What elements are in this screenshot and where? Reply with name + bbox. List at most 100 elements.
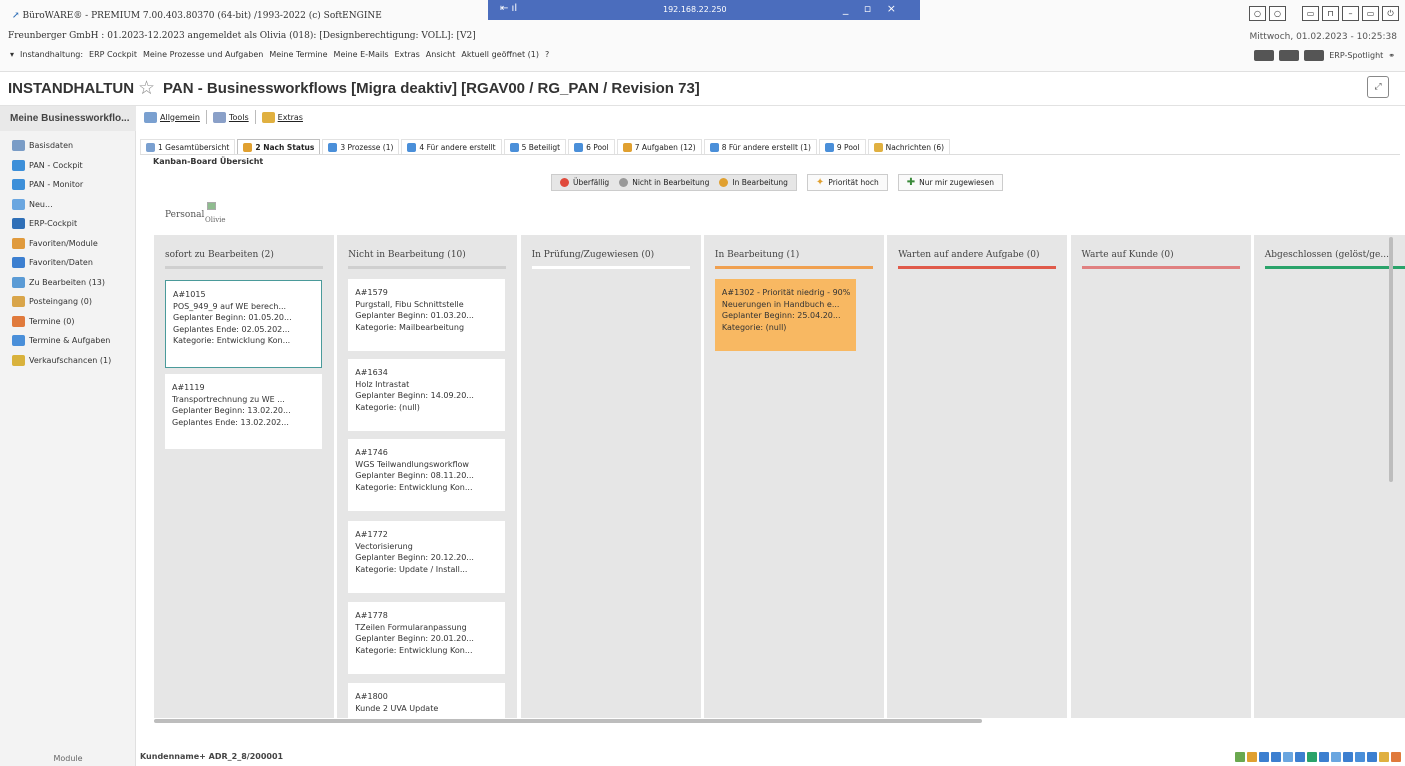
kanban-card[interactable]: A#1302 - Priorität niedrig - 90% Neuerung… — [714, 279, 856, 351]
tab-6[interactable]: 6 Pool — [568, 139, 615, 154]
tab-icon — [622, 142, 632, 152]
menu-item-ansicht[interactable]: Ansicht — [426, 50, 456, 59]
toggle-icon[interactable]: ○ — [1249, 6, 1266, 21]
kanban-card[interactable]: A#1746 WGS Teilwandlungsworkflow Geplanter… — [348, 439, 506, 511]
menu-item-instandhaltung[interactable]: Instandhaltung: — [20, 50, 83, 59]
sidebar-item[interactable]: Favoriten/Daten — [12, 253, 111, 273]
toolbar-shortcut-icon[interactable] — [1235, 752, 1245, 762]
kanban-card[interactable]: A#1579 Purgstall, Fibu Schnittstelle Gepla… — [348, 279, 506, 351]
tab-7[interactable]: 7 Aufgaben (12) — [616, 139, 702, 154]
sidebar-item[interactable]: PAN - Monitor — [12, 175, 111, 195]
menu-item-prozesse[interactable]: Meine Prozesse und Aufgaben — [143, 50, 263, 59]
priority-filter[interactable]: ✦ Priorität hoch — [806, 174, 888, 191]
tab-8[interactable]: 8 Für andere erstellt (1) — [703, 139, 817, 154]
toolbar-shortcut-icon[interactable] — [1271, 752, 1281, 762]
sidebar-item[interactable]: ERP-Cockpit — [12, 214, 111, 234]
menu-item-help[interactable]: ? — [545, 50, 549, 59]
power-icon[interactable]: ⏻ — [1382, 6, 1399, 21]
toolbar-shortcut-icon[interactable] — [1391, 752, 1401, 762]
tab-5[interactable]: 5 Beteiligt — [503, 139, 567, 154]
toolbar-shortcut-icon[interactable] — [1307, 752, 1317, 762]
status-filter[interactable]: In Bearbeitung — [719, 178, 788, 187]
kanban-column: Warte auf Kunde (0) — [1070, 235, 1251, 718]
kanban-card[interactable]: A#1800 Kunde 2 UVA Update — [348, 683, 506, 723]
menu-item-emails[interactable]: Meine E-Mails — [334, 50, 389, 59]
sidebar-item[interactable]: Favoriten/Module — [12, 234, 111, 254]
toolbar-shortcut-icon[interactable] — [1331, 752, 1341, 762]
main-menu: ▾ Instandhaltung: ERP Cockpit Meine Proz… — [10, 50, 549, 59]
card-line: Kategorie: Update / Install... — [355, 564, 468, 574]
sidebar-item[interactable]: Neu... — [12, 195, 111, 215]
spotlight-label[interactable]: ERP-Spotlight — [1329, 51, 1383, 60]
sidebar-item[interactable]: Termine & Aufgaben — [12, 331, 111, 351]
menu-item-erp-cockpit[interactable]: ERP Cockpit — [89, 50, 137, 59]
sidebar-item[interactable]: Verkaufschancen (1) — [12, 351, 111, 371]
vertical-scrollbar[interactable] — [1389, 237, 1393, 482]
assigned-filter[interactable]: ✚ Nur mir zugewiesen — [897, 174, 1003, 191]
tab-icon — [824, 142, 834, 152]
favorite-star-icon[interactable]: ☆ — [138, 77, 155, 99]
status-filter-label: In Bearbeitung — [732, 178, 788, 187]
tab-9[interactable]: 9 Pool — [818, 139, 866, 154]
avatar[interactable]: Olivie — [205, 202, 233, 228]
kanban-card[interactable]: A#1778 TZeilen Formularanpassung Geplanter… — [348, 602, 506, 674]
window-icon[interactable]: ▭ — [1302, 6, 1319, 21]
toolbar-shortcut-icon[interactable] — [1247, 752, 1257, 762]
kanban-column: In Bearbeitung (1) A#1302 - Priorität nie… — [703, 235, 884, 718]
toolbar-shortcut-icon[interactable] — [1355, 752, 1365, 762]
remote-desktop-bar: ⇤ ıl 192.168.22.250 _ ▫ × — [488, 0, 920, 20]
minimize-icon[interactable]: – — [1342, 6, 1359, 21]
tab-4[interactable]: 4 Für andere erstellt — [401, 139, 502, 154]
tab-2[interactable]: 2 Nach Status — [237, 139, 321, 154]
tab-10[interactable]: Nachrichten (6) — [867, 139, 951, 154]
toolbar-button-tools[interactable]: Tools — [212, 111, 249, 123]
expand-icon[interactable]: ⤢ — [1367, 76, 1389, 98]
kanban-card[interactable]: A#1772 Vectorisierung Geplanter Beginn: 20… — [348, 521, 506, 593]
toolbar-shortcut-icon[interactable] — [1295, 752, 1305, 762]
sidebar-footer-module[interactable]: Module — [0, 754, 136, 763]
toolbar-shortcut-icon[interactable] — [1319, 752, 1329, 762]
datetime: Mittwoch, 01.02.2023 - 10:25:38 — [1249, 32, 1398, 42]
lock-icon[interactable]: ⊓ — [1322, 6, 1339, 21]
kanban-card[interactable]: A#1634 Holz Intrastat Geplanter Beginn: 14… — [348, 359, 506, 431]
sidebar-item[interactable]: Termine (0) — [12, 312, 111, 332]
toolbar-shortcut-icon[interactable] — [1283, 752, 1293, 762]
toggle-icon[interactable]: ○ — [1269, 6, 1286, 21]
sidebar-item[interactable]: Zu Bearbeiten (13) — [12, 273, 111, 293]
sidebar-item-icon — [12, 276, 25, 288]
menu-dropdown-icon[interactable]: ▾ — [10, 50, 14, 59]
tab-label: 5 Beteiligt — [521, 142, 561, 152]
kanban-card[interactable]: A#1119 Transportrechnung zu WE ... Geplant… — [165, 374, 322, 449]
spotlight-area: ERP-Spotlight ⚭ — [1254, 50, 1395, 61]
sidebar-item[interactable]: PAN - Cockpit — [12, 156, 111, 176]
status-chip-icon[interactable] — [1304, 50, 1325, 61]
sidebar-item[interactable]: Posteingang (0) — [12, 292, 111, 312]
toolbar-shortcut-icon[interactable] — [1367, 752, 1377, 762]
status-filter[interactable]: Nicht in Bearbeitung — [619, 178, 709, 187]
toolbar-button-extras[interactable]: Extras — [261, 111, 303, 123]
status-dot-icon — [719, 178, 729, 187]
menu-item-extras[interactable]: Extras — [395, 50, 420, 59]
toolbar-button-allgemein[interactable]: Allgemein — [144, 111, 200, 123]
horizontal-scrollbar[interactable] — [154, 719, 982, 723]
remote-window-controls[interactable]: _ ▫ × — [843, 2, 902, 15]
status-chip-icon[interactable] — [1279, 50, 1300, 61]
tab-label: 3 Prozesse (1) — [340, 142, 394, 152]
sidebar-item-icon — [12, 179, 25, 191]
kanban-column-title: In Prüfung/Zugewiesen (0) — [531, 250, 655, 260]
menu-item-geoeffnet[interactable]: Aktuell geöffnet (1) — [461, 50, 539, 59]
binoculars-icon[interactable]: ⚭ — [1388, 51, 1395, 60]
restore-icon[interactable]: ▭ — [1362, 6, 1379, 21]
toolbar-shortcut-icon[interactable] — [1259, 752, 1269, 762]
app-logo-icon: ↗ — [12, 11, 20, 21]
page-header: INSTANDHALTUN ☆ PAN - Businessworkflows … — [0, 72, 1405, 106]
toolbar-shortcut-icon[interactable] — [1343, 752, 1353, 762]
menu-item-termine[interactable]: Meine Termine — [269, 50, 327, 59]
tab-1[interactable]: 1 Gesamtübersicht — [140, 139, 236, 154]
tab-3[interactable]: 3 Prozesse (1) — [322, 139, 400, 154]
kanban-card[interactable]: A#1015 POS_949_9 auf WE berech... Geplante… — [165, 280, 322, 368]
status-filter[interactable]: Überfällig — [560, 178, 609, 187]
sidebar-item[interactable]: Basisdaten — [12, 136, 111, 156]
toolbar-shortcut-icon[interactable] — [1379, 752, 1389, 762]
status-chip-icon[interactable] — [1254, 50, 1275, 61]
